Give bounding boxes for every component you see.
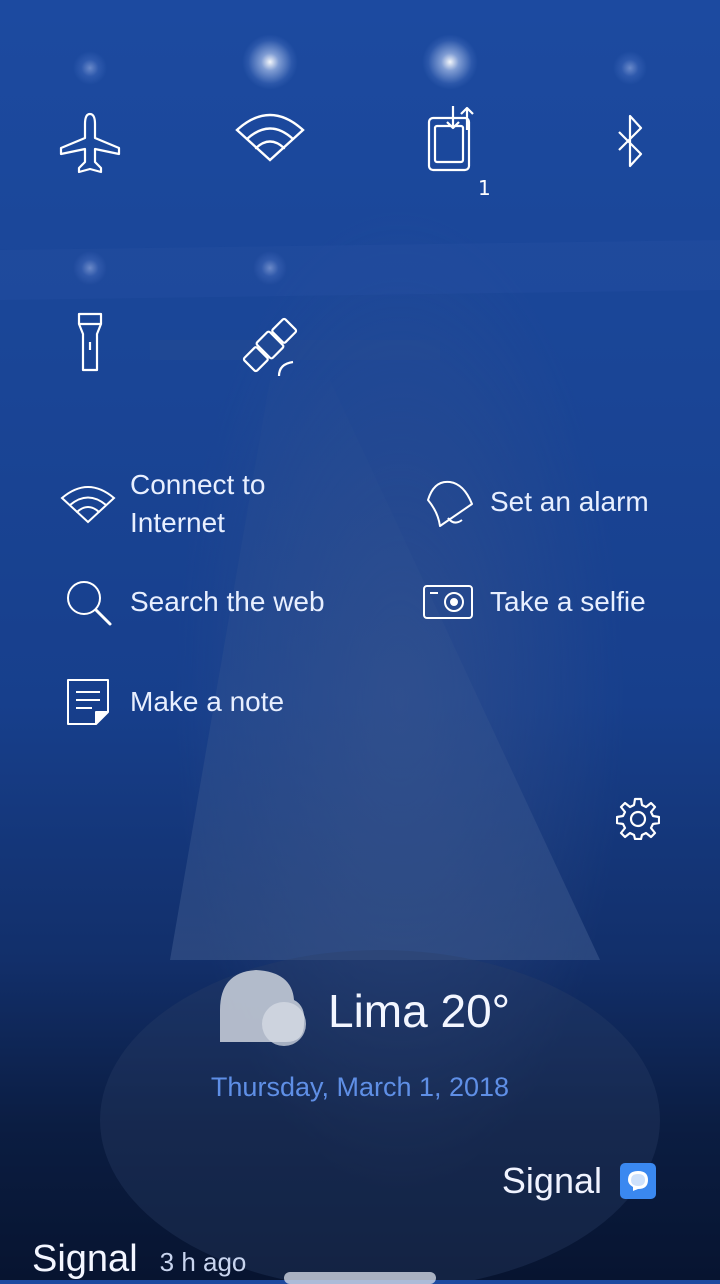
toggle-indicator	[70, 48, 110, 88]
camera-icon	[420, 574, 476, 630]
bell-icon	[420, 474, 476, 530]
wifi-icon	[235, 113, 305, 162]
transfer-count: 1	[478, 176, 491, 200]
satellite-icon	[242, 317, 298, 377]
cloud-icon	[220, 970, 306, 1046]
toggle-indicator	[250, 248, 290, 288]
notification-app-name: Signal	[501, 1160, 602, 1201]
connect-internet-label: Connect to Internet	[130, 469, 266, 538]
transfer-icon	[427, 106, 474, 172]
connect-internet-shortcut[interactable]: Connect to Internet	[60, 466, 265, 542]
note-icon	[60, 674, 116, 730]
take-selfie-label: Take a selfie	[490, 586, 646, 617]
signal-chat-icon	[620, 1163, 656, 1199]
toggle-indicator	[242, 34, 298, 90]
toggle-indicator	[610, 48, 650, 88]
date-label: Thursday, March 1, 2018	[210, 1072, 510, 1102]
bluetooth-toggle[interactable]	[580, 40, 680, 170]
take-selfie-shortcut[interactable]: Take a selfie	[420, 574, 646, 630]
toggle-indicator	[422, 34, 478, 90]
data-transfer-toggle[interactable]: 1	[400, 34, 500, 200]
gear-icon	[615, 797, 661, 841]
flashlight-icon	[77, 312, 103, 372]
make-note-shortcut[interactable]: Make a note	[60, 674, 284, 730]
settings-button[interactable]	[615, 796, 661, 841]
pulley-handle[interactable]	[284, 1272, 436, 1284]
list-item-app-name: Signal	[32, 1238, 138, 1280]
toggle-indicator	[70, 248, 110, 288]
list-item-timestamp: 3 h ago	[159, 1247, 247, 1277]
notification-list-item[interactable]: Signal 3 h ago	[32, 1238, 246, 1281]
location-toggle[interactable]	[220, 240, 320, 377]
airplane-mode-toggle[interactable]	[40, 40, 140, 174]
search-web-shortcut[interactable]: Search the web	[60, 574, 325, 630]
wifi-icon	[60, 476, 116, 532]
search-icon	[60, 574, 116, 630]
set-alarm-shortcut[interactable]: Set an alarm	[420, 474, 649, 530]
make-note-label: Make a note	[130, 686, 285, 717]
bluetooth-icon	[618, 114, 643, 168]
airplane-icon	[59, 112, 121, 174]
search-web-label: Search the web	[130, 586, 325, 617]
set-alarm-label: Set an alarm	[490, 486, 649, 517]
flashlight-toggle[interactable]	[40, 240, 140, 372]
weather-city-temperature: Lima 20°	[328, 985, 511, 1037]
notification-signal[interactable]: Signal	[502, 1160, 656, 1202]
wifi-toggle[interactable]	[220, 34, 320, 164]
